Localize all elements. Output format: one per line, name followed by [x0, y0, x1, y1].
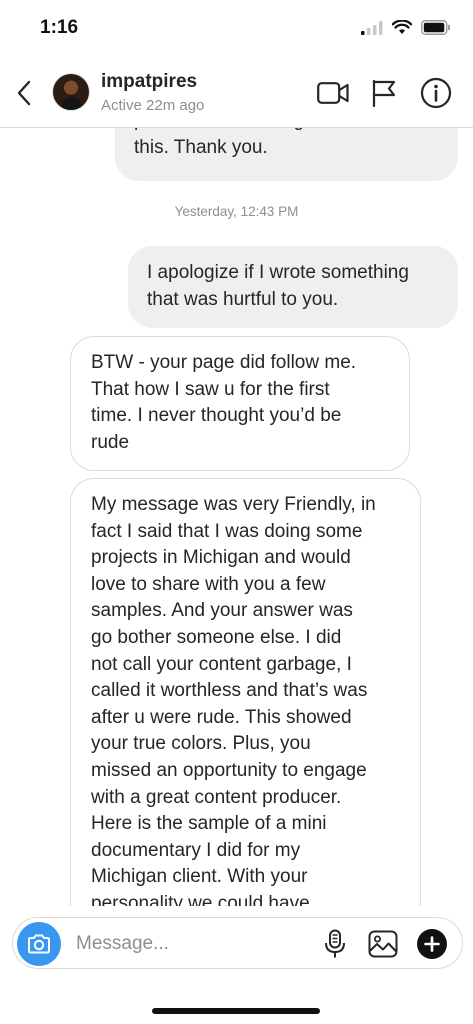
- microphone-icon: [325, 929, 345, 958]
- message-timestamp: Yesterday, 12:43 PM: [174, 204, 299, 219]
- wifi-icon: [392, 20, 412, 34]
- details-button[interactable]: [418, 76, 454, 110]
- active-status: Active 22m ago: [101, 97, 205, 114]
- gallery-icon: [368, 930, 398, 958]
- message-line: not call your content garbage, I: [91, 653, 352, 675]
- message-line: documentary I did for my: [91, 839, 301, 861]
- message-line: That how I saw u for the first: [91, 378, 330, 400]
- message-line: after u were rude. This showed: [91, 706, 352, 728]
- message-line: that was hurtful to you.: [147, 288, 339, 310]
- message-line: Here is the sample of a mini: [91, 813, 327, 835]
- message-line: I apologize if I wrote something: [147, 262, 409, 283]
- message-line: your true colors. Plus, you: [91, 733, 311, 755]
- message-line: Michigan client. With your: [91, 866, 308, 888]
- message-line: rude: [91, 431, 130, 453]
- video-call-button[interactable]: [315, 76, 351, 110]
- add-icon: [417, 929, 447, 959]
- back-button[interactable]: [10, 76, 38, 110]
- message-line: missed an opportunity to engage: [91, 759, 367, 781]
- message-bubble-incoming[interactable]: BTW - your page did follow me. That how …: [70, 336, 410, 471]
- message-line: time. I never thought you’d be: [91, 405, 342, 427]
- message-line: with a great content producer.: [91, 786, 342, 808]
- message-line: go bother someone else. I did: [91, 626, 342, 648]
- chat-username[interactable]: impatpires: [101, 71, 197, 93]
- message-line: called it worthless and that’s was: [91, 680, 368, 702]
- report-button[interactable]: [366, 76, 402, 110]
- flag-icon: [372, 79, 396, 107]
- message-line: My message was very Friendly, in: [91, 494, 376, 515]
- message-line: projects in Michigan and would: [91, 547, 351, 569]
- back-chevron-icon: [17, 80, 31, 106]
- home-indicator[interactable]: [152, 1008, 320, 1014]
- message-bubble-outgoing[interactable]: I apologize if I wrote something that wa…: [128, 246, 458, 328]
- video-camera-icon: [317, 82, 349, 104]
- message-line: love to share with you a few: [91, 573, 326, 595]
- more-options-button[interactable]: [416, 928, 448, 960]
- info-icon: [420, 77, 452, 109]
- voice-message-button[interactable]: [319, 928, 351, 960]
- camera-button[interactable]: [17, 922, 61, 966]
- message-thread[interactable]: practice has nothing to do with this. Th…: [0, 58, 473, 906]
- status-bar: 1:16: [0, 0, 473, 58]
- message-composer: [12, 917, 463, 969]
- camera-icon: [28, 934, 50, 954]
- message-bubble-incoming[interactable]: My message was very Friendly, in fact I …: [70, 478, 421, 906]
- battery-icon: [421, 20, 450, 35]
- avatar[interactable]: [52, 73, 90, 111]
- status-indicators: [361, 20, 451, 35]
- chat-header: impatpires Active 22m ago: [0, 58, 473, 128]
- message-line: samples. And your answer was: [91, 600, 353, 622]
- message-input[interactable]: [76, 929, 296, 959]
- message-line: fact I said that I was doing some: [91, 520, 363, 542]
- gallery-button[interactable]: [367, 928, 399, 960]
- message-line: this. Thank you.: [134, 136, 268, 158]
- status-time: 1:16: [40, 17, 79, 38]
- message-line: personality we could have: [91, 892, 310, 906]
- message-line: BTW - your page did follow me.: [91, 352, 357, 373]
- cellular-signal-icon: [361, 20, 383, 35]
